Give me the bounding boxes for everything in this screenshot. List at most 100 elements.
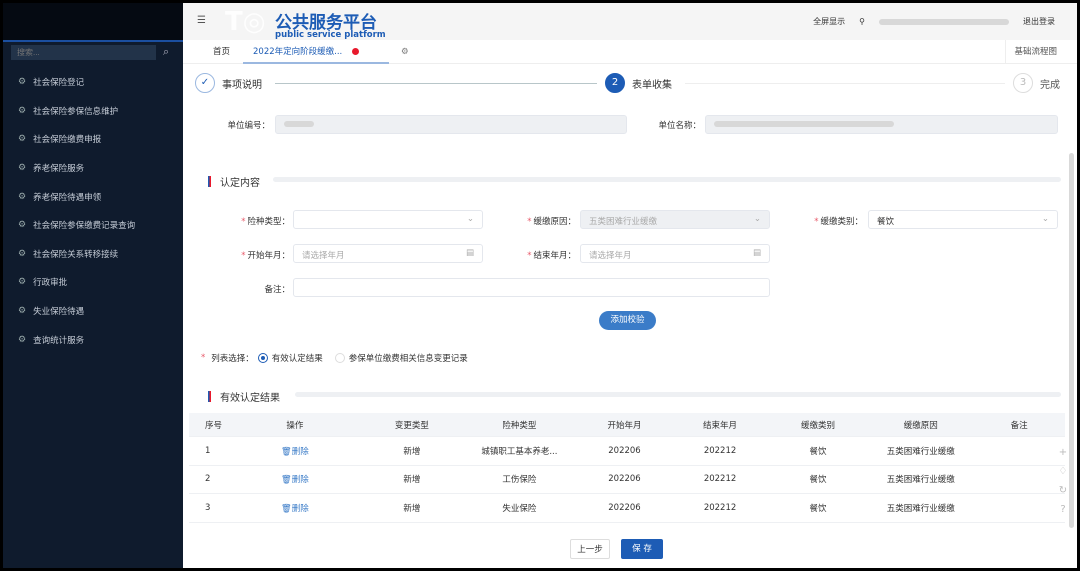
table-cell: 餐饮	[809, 446, 827, 457]
column-header: 险种类型	[502, 420, 537, 431]
gear-icon: ⚙	[18, 306, 27, 317]
table-cell: 新增	[403, 446, 421, 457]
tab-home[interactable]: 首页	[213, 40, 230, 64]
step-3-number: 3	[1013, 73, 1033, 93]
menu-toggle-icon[interactable]: ☰	[197, 15, 206, 26]
gear-icon: ⚙	[18, 77, 27, 88]
reason-label: * 缓缴原因：	[527, 217, 576, 227]
sidebar-item[interactable]: ⚙ 行政审批	[3, 268, 183, 297]
bell-icon[interactable]: ♢	[1055, 462, 1071, 481]
table-header: 序号 操作 变更类型 险种类型 开始年月 结束年月 缓缴类别 缓缴原因 备注	[189, 413, 1065, 437]
end-month-picker[interactable]: 请选择年月 ▤	[580, 244, 770, 263]
table-cell: 202206	[608, 474, 641, 485]
radio-change-records-label[interactable]: 参保单位缴费相关信息变更记录	[349, 352, 468, 364]
table-cell: 城镇职工基本养老...	[481, 446, 558, 457]
insurance-type-select[interactable]: ⌄	[293, 210, 483, 229]
delete-action[interactable]: 🗑删除	[228, 502, 362, 514]
table-cell: 202212	[703, 474, 737, 485]
delete-button[interactable]: 删除	[292, 447, 309, 457]
unit-code-field[interactable]	[275, 115, 627, 134]
sidebar-item[interactable]: ⚙ 养老保险服务	[3, 154, 183, 183]
table-cell: 新增	[403, 475, 421, 486]
reason-select[interactable]: 五类困难行业缓缴 ⌄	[580, 210, 770, 229]
calendar-icon: ▤	[465, 248, 474, 258]
sidebar-item-label: 社会保险登记	[33, 78, 85, 89]
column-header: 结束年月	[703, 420, 738, 431]
table-cell: 3	[205, 502, 211, 513]
sidebar-item-label: 社会保险参保信息维护	[33, 106, 119, 117]
column-header: 变更类型	[394, 420, 429, 431]
steps: ✓ 事项说明 2 表单收集 3 完成	[195, 71, 1061, 95]
start-month-picker[interactable]: 请选择年月 ▤	[293, 244, 483, 263]
unit-name-field[interactable]	[705, 115, 1058, 134]
radio-change-records[interactable]	[334, 353, 345, 363]
sidebar-item[interactable]: ⚙ 社会保险缴费申报	[3, 125, 183, 154]
column-header: 操作	[286, 420, 304, 431]
gear-icon: ⚙	[18, 248, 27, 259]
table-cell: 202212	[703, 502, 737, 513]
radio-valid-results-label[interactable]: 有效认定结果	[272, 352, 323, 364]
save-button[interactable]: 保 存	[621, 539, 663, 559]
fullscreen-button[interactable]: 全屏显示	[813, 16, 845, 27]
trash-icon: 🗑	[280, 475, 292, 486]
help-icon[interactable]: ?	[1055, 500, 1071, 519]
chevron-down-icon: ⌄	[466, 214, 474, 224]
note-label: 备注：	[264, 285, 290, 295]
sidebar-item[interactable]: ⚙ 查询统计服务	[3, 325, 183, 354]
insurance-type-label: * 险种类型：	[241, 217, 290, 227]
sidebar-item[interactable]: ⚙ 社会保险参保缴费记录查询	[3, 211, 183, 240]
trash-icon: 🗑	[280, 446, 292, 457]
add-check-button[interactable]: 添加校验	[599, 311, 656, 330]
step-3-label: 完成	[1040, 80, 1060, 91]
tab-label: 2022年定向阶段缓缴...	[253, 47, 343, 57]
sidebar-item-label: 社会保险参保缴费记录查询	[33, 221, 136, 232]
gear-icon: ⚙	[18, 277, 27, 288]
close-tab-icon[interactable]	[352, 48, 360, 55]
logout-button[interactable]: 退出登录	[1023, 16, 1055, 27]
note-input[interactable]	[293, 278, 770, 297]
tab-bar: 首页 2022年定向阶段缓缴... ⚙ 基础流程图	[183, 40, 1077, 64]
sidebar-item-label: 养老保险待遇申领	[33, 192, 102, 203]
gear-icon[interactable]: ⚙	[401, 40, 409, 64]
sidebar-item-label: 社会保险缴费申报	[33, 135, 102, 146]
step-2-number: 2	[605, 73, 625, 93]
category-select[interactable]: 餐饮 ⌄	[868, 210, 1058, 229]
table-cell: 2	[205, 474, 211, 485]
sidebar-item[interactable]: ⚙ 社会保险关系转移接续	[3, 240, 183, 269]
prev-step-button[interactable]: 上一步	[570, 539, 610, 559]
sidebar-item[interactable]: ⚙ 失业保险待遇	[3, 297, 183, 326]
logo: T◎	[225, 7, 266, 37]
header: ☰ T◎ 公共服务平台 public service platform 全屏显示…	[183, 3, 1077, 40]
refresh-icon[interactable]: ↻	[1055, 481, 1071, 500]
column-header: 开始年月	[607, 420, 642, 431]
sidebar-item[interactable]: ⚙ 社会保险登记	[3, 68, 183, 97]
sidebar-search-input[interactable]	[11, 45, 156, 60]
delete-button[interactable]: 删除	[292, 504, 309, 514]
gear-icon: ⚙	[18, 191, 27, 202]
table-row: 3 🗑删除 新增 失业保险 202206 202212 餐饮 五类困难行业缓缴	[189, 494, 1065, 523]
float-toolbar: + ♢ ↻ ?	[1055, 443, 1071, 519]
table-cell: 五类困难行业缓缴	[886, 475, 955, 486]
gear-icon: ⚙	[18, 134, 27, 145]
flowchart-button[interactable]: 基础流程图	[1005, 40, 1057, 64]
table-cell: 五类困难行业缓缴	[886, 503, 955, 514]
sidebar-item[interactable]: ⚙ 社会保险参保信息维护	[3, 97, 183, 126]
search-icon[interactable]: ⌕	[163, 45, 169, 59]
sidebar-item[interactable]: ⚙ 养老保险待遇申领	[3, 182, 183, 211]
list-selection: * 列表选择： 有效认定结果 参保单位缴费相关信息变更记录	[201, 352, 468, 364]
delete-action[interactable]: 🗑删除	[228, 445, 362, 457]
sidebar-item-label: 失业保险待遇	[33, 307, 85, 318]
unit-code-label: 单位编号：	[227, 121, 270, 131]
sidebar-item-label: 行政审批	[33, 278, 68, 289]
user-icon: ⚲	[859, 17, 865, 26]
sidebar-item-label: 查询统计服务	[33, 335, 85, 346]
radio-valid-results[interactable]	[257, 353, 268, 363]
tab-active[interactable]: 2022年定向阶段缓缴...	[243, 40, 389, 64]
column-header: 序号	[205, 420, 223, 431]
chevron-down-icon: ⌄	[1041, 214, 1049, 224]
table-row: 2 🗑删除 新增 工伤保险 202206 202212 餐饮 五类困难行业缓缴	[189, 466, 1065, 494]
delete-action[interactable]: 🗑删除	[228, 473, 362, 485]
delete-button[interactable]: 删除	[292, 475, 309, 485]
chevron-down-icon: ⌄	[753, 214, 761, 224]
plus-icon[interactable]: +	[1055, 443, 1071, 462]
